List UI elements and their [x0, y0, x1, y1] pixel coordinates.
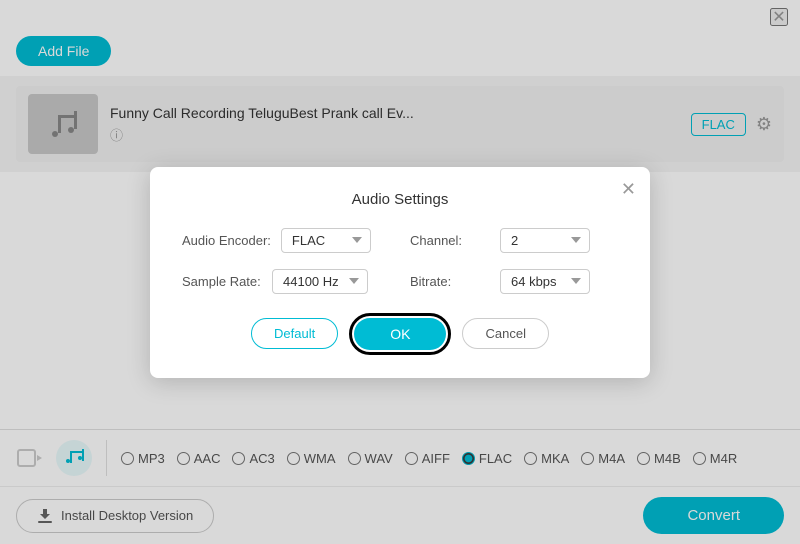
sample-rate-select[interactable]: 44100 Hz: [272, 269, 368, 294]
audio-settings-modal: ✕ Audio Settings Audio Encoder: FLAC Cha…: [150, 167, 650, 378]
cancel-button[interactable]: Cancel: [462, 318, 548, 349]
audio-encoder-row: Audio Encoder: FLAC: [182, 228, 390, 253]
audio-encoder-label: Audio Encoder:: [182, 233, 271, 248]
sample-rate-label: Sample Rate:: [182, 274, 262, 289]
modal-overlay: ✕ Audio Settings Audio Encoder: FLAC Cha…: [0, 0, 800, 544]
channel-row: Channel: 2: [410, 228, 618, 253]
channel-select[interactable]: 2: [500, 228, 590, 253]
default-button[interactable]: Default: [251, 318, 338, 349]
channel-label: Channel:: [410, 233, 490, 248]
modal-actions: Default OK Cancel: [182, 318, 618, 350]
settings-grid: Audio Encoder: FLAC Channel: 2 Sample Ra…: [182, 228, 618, 294]
modal-title: Audio Settings: [182, 191, 618, 208]
sample-rate-row: Sample Rate: 44100 Hz: [182, 269, 390, 294]
bitrate-select[interactable]: 64 kbps: [500, 269, 590, 294]
ok-button[interactable]: OK: [354, 318, 446, 350]
bitrate-label: Bitrate:: [410, 274, 490, 289]
audio-encoder-select[interactable]: FLAC: [281, 228, 371, 253]
bitrate-row: Bitrate: 64 kbps: [410, 269, 618, 294]
modal-close-button[interactable]: ✕: [621, 179, 636, 200]
